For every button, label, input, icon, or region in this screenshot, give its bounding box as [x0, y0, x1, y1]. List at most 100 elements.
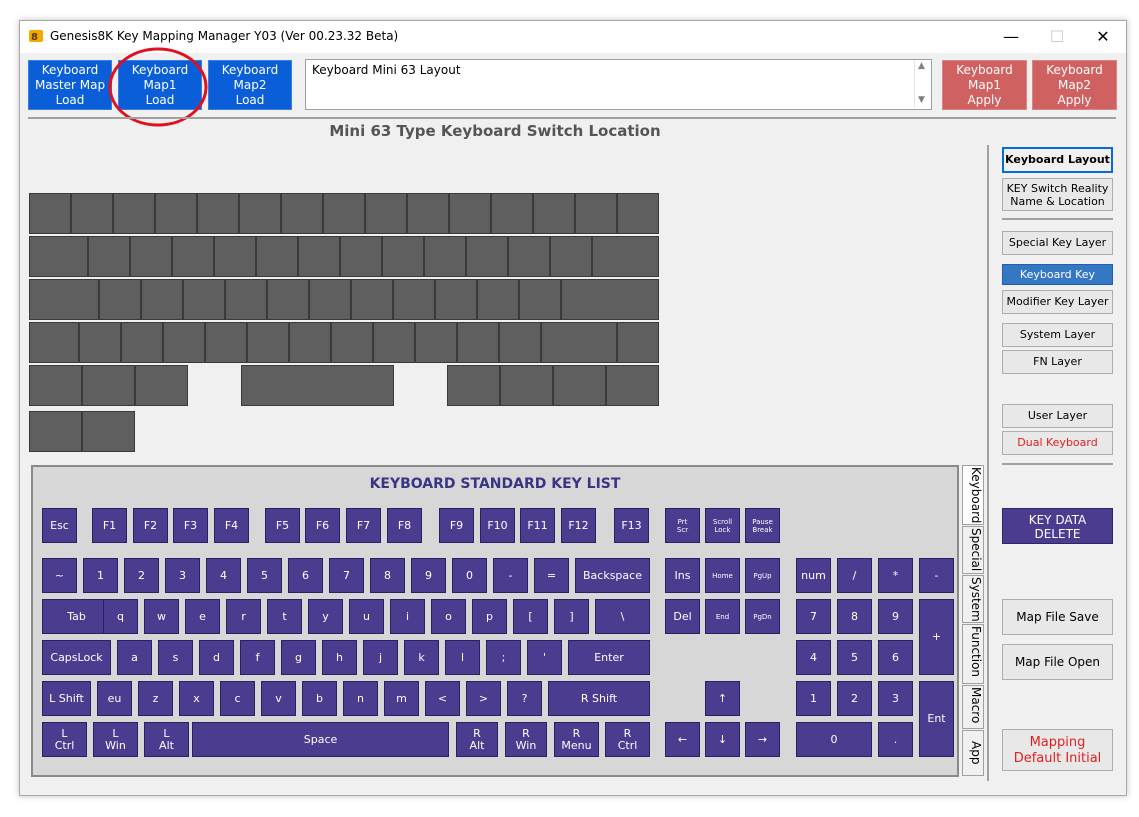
- key-o[interactable]: o: [431, 599, 466, 634]
- close-button[interactable]: ✕: [1080, 21, 1126, 53]
- key-right-bracket[interactable]: ]: [554, 599, 589, 634]
- key-capslock[interactable]: CapsLock: [42, 640, 111, 675]
- switch-key[interactable]: [135, 365, 188, 406]
- switch-key[interactable]: [71, 193, 113, 234]
- tab-keyboard[interactable]: Keyboard: [962, 465, 984, 525]
- switch-key[interactable]: [340, 236, 382, 277]
- key-f5[interactable]: F5: [265, 508, 300, 543]
- switch-key[interactable]: [550, 236, 592, 277]
- key-pause-break[interactable]: Pause Break: [745, 508, 780, 543]
- switch-key[interactable]: [205, 322, 247, 363]
- switch-key[interactable]: [29, 411, 82, 452]
- key-kp-plus[interactable]: +: [919, 599, 954, 675]
- key-8[interactable]: 8: [370, 558, 405, 593]
- switch-key[interactable]: [214, 236, 256, 277]
- key-down-arrow[interactable]: ↓: [705, 722, 740, 757]
- key-equal[interactable]: =: [534, 558, 569, 593]
- key-right-arrow[interactable]: →: [745, 722, 780, 757]
- switch-key[interactable]: [592, 236, 659, 277]
- keyboard-layout-button[interactable]: Keyboard Layout: [1002, 147, 1113, 173]
- switch-key[interactable]: [491, 193, 533, 234]
- key-i[interactable]: i: [390, 599, 425, 634]
- key-g[interactable]: g: [281, 640, 316, 675]
- switch-key[interactable]: [533, 193, 575, 234]
- switch-key[interactable]: [447, 365, 500, 406]
- key-left-bracket[interactable]: [: [513, 599, 548, 634]
- switch-key[interactable]: [617, 193, 659, 234]
- switch-key[interactable]: [415, 322, 457, 363]
- switch-key[interactable]: [29, 322, 79, 363]
- map-file-open-button[interactable]: Map File Open: [1002, 644, 1113, 680]
- key-d[interactable]: d: [199, 640, 234, 675]
- tab-function[interactable]: Function: [962, 624, 984, 684]
- key-s[interactable]: s: [158, 640, 193, 675]
- keyboard-map2-apply-button[interactable]: Keyboard Map2 Apply: [1032, 60, 1117, 110]
- switch-key[interactable]: [281, 193, 323, 234]
- key-lwin[interactable]: L Win: [93, 722, 138, 757]
- switch-key[interactable]: [155, 193, 197, 234]
- key-l[interactable]: l: [445, 640, 480, 675]
- switch-key[interactable]: [575, 193, 617, 234]
- keyboard-map2-load-button[interactable]: Keyboard Map2 Load: [208, 60, 292, 110]
- switch-key[interactable]: [457, 322, 499, 363]
- switch-key[interactable]: [79, 322, 121, 363]
- key-backslash[interactable]: \: [595, 599, 650, 634]
- tab-system[interactable]: System: [962, 575, 984, 623]
- switch-key[interactable]: [239, 193, 281, 234]
- key-n[interactable]: n: [343, 681, 378, 716]
- switch-key[interactable]: [351, 279, 393, 320]
- key-f2[interactable]: F2: [133, 508, 168, 543]
- key-f9[interactable]: F9: [439, 508, 474, 543]
- switch-key[interactable]: [29, 365, 82, 406]
- key-space[interactable]: Space: [192, 722, 449, 757]
- switch-key[interactable]: [466, 236, 508, 277]
- dual-keyboard-button[interactable]: Dual Keyboard: [1002, 431, 1113, 455]
- key-switch-reality-button[interactable]: KEY Switch Reality Name & Location: [1002, 178, 1113, 211]
- switch-key[interactable]: [130, 236, 172, 277]
- key-tab[interactable]: Tab: [42, 599, 111, 634]
- scroll-up-icon[interactable]: ▲: [918, 61, 925, 71]
- key-u[interactable]: u: [349, 599, 384, 634]
- switch-key[interactable]: [172, 236, 214, 277]
- switch-key[interactable]: [256, 236, 298, 277]
- keyboard-master-map-load-button[interactable]: Keyboard Master Map Load: [28, 60, 112, 110]
- switch-key[interactable]: [373, 322, 415, 363]
- key-f3[interactable]: F3: [173, 508, 208, 543]
- key-kp-slash[interactable]: /: [837, 558, 872, 593]
- key-c[interactable]: c: [220, 681, 255, 716]
- switch-key[interactable]: [382, 236, 424, 277]
- key-b[interactable]: b: [302, 681, 337, 716]
- key-ins[interactable]: Ins: [665, 558, 700, 593]
- switch-key[interactable]: [163, 322, 205, 363]
- key-x[interactable]: x: [179, 681, 214, 716]
- tab-special[interactable]: Special: [962, 526, 984, 574]
- switch-key[interactable]: [435, 279, 477, 320]
- special-key-layer-button[interactable]: Special Key Layer: [1002, 231, 1113, 255]
- switch-key[interactable]: [617, 322, 659, 363]
- key-kp-5[interactable]: 5: [837, 640, 872, 675]
- key-y[interactable]: y: [308, 599, 343, 634]
- switch-key[interactable]: [88, 236, 130, 277]
- key-kp-9[interactable]: 9: [878, 599, 913, 634]
- switch-key[interactable]: [197, 193, 239, 234]
- switch-key[interactable]: [241, 365, 394, 406]
- key-semicolon[interactable]: ;: [486, 640, 521, 675]
- key-esc[interactable]: Esc: [42, 508, 77, 543]
- key-kp-8[interactable]: 8: [837, 599, 872, 634]
- switch-key[interactable]: [424, 236, 466, 277]
- switch-key[interactable]: [519, 279, 561, 320]
- key-backspace[interactable]: Backspace: [575, 558, 650, 593]
- key-4[interactable]: 4: [206, 558, 241, 593]
- key-h[interactable]: h: [322, 640, 357, 675]
- key-5[interactable]: 5: [247, 558, 282, 593]
- key-lctrl[interactable]: L Ctrl: [42, 722, 87, 757]
- switch-key[interactable]: [407, 193, 449, 234]
- key-kp-dot[interactable]: .: [878, 722, 913, 757]
- key-e[interactable]: e: [185, 599, 220, 634]
- key-f12[interactable]: F12: [561, 508, 596, 543]
- key-w[interactable]: w: [144, 599, 179, 634]
- key-v[interactable]: v: [261, 681, 296, 716]
- switch-key[interactable]: [289, 322, 331, 363]
- switch-key[interactable]: [499, 322, 541, 363]
- keyboard-key-layer-button[interactable]: Keyboard Key Layer: [1002, 264, 1113, 300]
